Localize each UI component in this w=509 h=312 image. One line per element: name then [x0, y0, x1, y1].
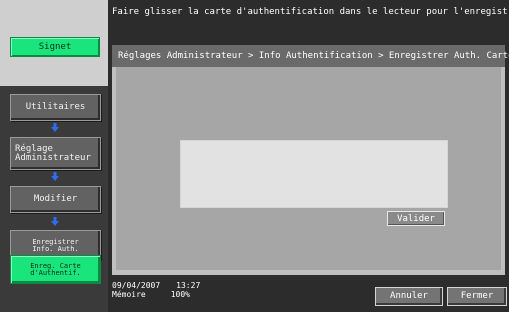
- status-date: 09/04/2007: [112, 281, 161, 290]
- nav-utilities-button[interactable]: Utilitaires: [10, 94, 101, 121]
- screen: Signet Utilitaires Réglage Administrateu…: [0, 0, 509, 312]
- memory-value: 100%: [170, 290, 190, 299]
- nav-utilities-label: Utilitaires: [25, 102, 86, 112]
- bookmark-button[interactable]: Signet: [10, 37, 100, 57]
- left-column: Signet Utilitaires Réglage Administrateu…: [0, 0, 108, 312]
- arrow-down-icon: [51, 123, 59, 132]
- nav-admin-settings-line2: Administrateur: [15, 153, 91, 163]
- panel-content: Valider: [116, 67, 501, 270]
- close-button[interactable]: Fermer: [447, 287, 507, 306]
- status-area: 09/04/2007 13:27 Mémoire 100%: [112, 281, 200, 299]
- instruction-message: Faire glisser la carte d'authentificatio…: [112, 7, 509, 17]
- memory-label: Mémoire: [112, 290, 146, 299]
- breadcrumb: Réglages Administrateur > Info Authentif…: [112, 45, 509, 67]
- main-panel: Réglages Administrateur > Info Authentif…: [112, 45, 509, 275]
- arrow-down-icon: [51, 217, 59, 226]
- nav-modify-label: Modifier: [33, 194, 78, 204]
- nav-admin-settings-button[interactable]: Réglage Administrateur: [10, 137, 101, 170]
- nav-register-card-button[interactable]: Enreg. Carte d'Authentif.: [10, 255, 101, 284]
- cancel-button[interactable]: Annuler: [375, 287, 443, 306]
- nav-register-auth-line2: Info. Auth.: [32, 245, 79, 253]
- nav-register-card-line2: d'Authentif.: [30, 269, 81, 277]
- validate-button[interactable]: Valider: [387, 211, 445, 226]
- bookmark-area: Signet: [0, 0, 108, 86]
- status-time: 13:27: [176, 281, 201, 290]
- nav-modify-button[interactable]: Modifier: [10, 186, 101, 213]
- arrow-down-icon: [51, 172, 59, 181]
- card-data-display: [180, 140, 448, 208]
